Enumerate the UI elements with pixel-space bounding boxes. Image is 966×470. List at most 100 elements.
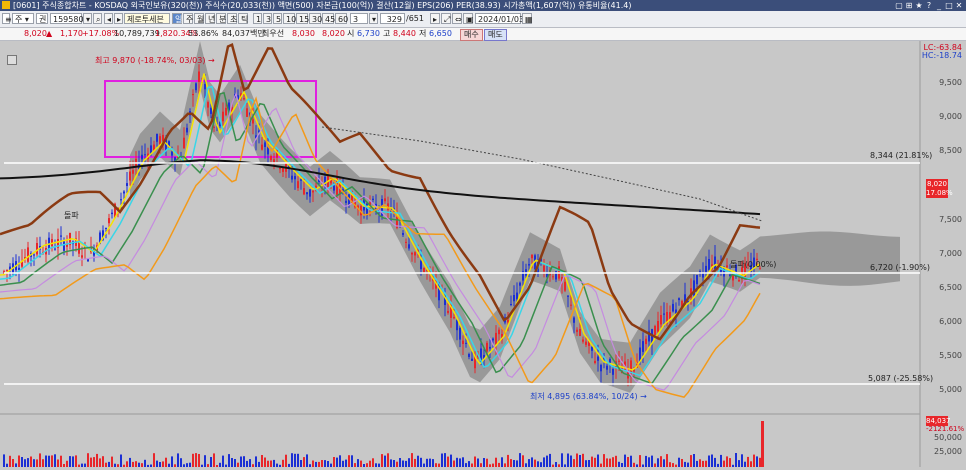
mode-select[interactable]: 권 (36, 13, 48, 24)
minute-1-button[interactable]: 1 (253, 13, 262, 24)
volume-bar (702, 460, 704, 467)
minute-3-button[interactable]: 3 (263, 13, 272, 24)
candle-body (567, 295, 569, 297)
volume-bar (651, 455, 653, 467)
count-dropdown-icon[interactable]: ▾ (369, 13, 378, 24)
left-breakout-annotation: 돌파 (64, 211, 79, 220)
volume-bar (543, 457, 545, 467)
volume-bar (360, 460, 362, 467)
candle-body (192, 94, 194, 96)
candle-body (495, 332, 497, 345)
volume-bar (345, 459, 347, 467)
prev-stock-icon[interactable]: ◂ (104, 13, 113, 24)
volume-bar (750, 461, 752, 467)
next-stock-icon[interactable]: ▸ (114, 13, 123, 24)
volume-bar (120, 454, 122, 467)
help-icon[interactable]: ? (924, 0, 934, 11)
volume-bar (231, 458, 233, 467)
volume-bar (699, 459, 701, 467)
scroll-right-icon[interactable]: ▸ (430, 13, 440, 24)
volume-bar (213, 453, 215, 467)
period-select[interactable]: 주 ▾ (12, 13, 34, 24)
candle-body (591, 346, 593, 351)
grid-icon[interactable]: ⊞ (904, 0, 914, 11)
code-dropdown-icon[interactable]: ▾ (83, 13, 92, 24)
volume-bar (432, 459, 434, 467)
sell-button[interactable]: 매도 (484, 29, 507, 41)
volume-bar (99, 458, 101, 467)
candle-body (54, 248, 56, 250)
volume-ratio: 53.86% (188, 29, 219, 38)
volume-bar (264, 457, 266, 467)
date-input[interactable]: 2024/01/03 (475, 13, 524, 24)
volume-bar (408, 458, 410, 467)
candle-body (459, 327, 461, 340)
change-arrow: ▲ (46, 29, 53, 38)
volume-bar (537, 461, 539, 467)
minute-60-button[interactable]: 60 (335, 13, 348, 24)
page-counter-input[interactable]: 329 (380, 13, 405, 24)
count-select[interactable]: 3 (350, 13, 368, 24)
zoom-icon[interactable]: ⤢ (441, 13, 451, 24)
volume-bar (711, 454, 713, 467)
volume-bar (282, 459, 284, 467)
buy-button[interactable]: 매수 (460, 29, 483, 41)
minute-5-button[interactable]: 5 (273, 13, 282, 24)
minute-45-button[interactable]: 45 (322, 13, 335, 24)
volume-bar (3, 454, 5, 467)
volume-bar (672, 463, 674, 467)
candle-body (78, 241, 80, 254)
fit-icon[interactable]: ⇔ (452, 13, 462, 24)
candle-body (27, 247, 29, 262)
star-icon[interactable]: ★ (914, 0, 924, 11)
candle-body (543, 265, 545, 272)
menu-icon[interactable]: ≡ (2, 13, 12, 24)
close-icon[interactable]: ✕ (954, 0, 964, 11)
period-tick-button[interactable]: 틱 (238, 13, 248, 24)
minute-30-button[interactable]: 30 (309, 13, 322, 24)
period-month-button[interactable]: 월 (194, 13, 204, 24)
chart-settings-icon[interactable] (7, 55, 17, 65)
search-icon[interactable]: ⌕ (93, 13, 102, 24)
period-minute-button[interactable]: 분 (216, 13, 226, 24)
minute-15-button[interactable]: 15 (296, 13, 309, 24)
volume-bar (474, 456, 476, 467)
save-icon[interactable]: ▣ (463, 13, 474, 24)
volume-bar (540, 462, 542, 467)
level-5087-label: 5,087 (-25.58%) (868, 374, 934, 383)
period-week-button[interactable]: 주 (183, 13, 193, 24)
volume-bar (165, 457, 167, 467)
candle-body (492, 338, 494, 341)
high-annotation: 최고 9,870 (-18.74%, 03/03) → (95, 56, 215, 65)
minimize-icon[interactable]: _ (934, 0, 944, 11)
volume-bar (228, 454, 230, 467)
volume-bar (414, 458, 416, 467)
volume-bar (357, 459, 359, 467)
candle-body (303, 188, 305, 195)
candle-body (243, 98, 245, 100)
volume-bar (585, 460, 587, 467)
volume-bar (405, 460, 407, 467)
volume-bar (456, 457, 458, 467)
maximize-icon[interactable]: □ (944, 0, 954, 11)
volume-bar (297, 453, 299, 467)
period-day-button[interactable]: 일 (172, 13, 182, 24)
volume-bar (27, 458, 29, 467)
volume-bar (333, 457, 335, 467)
calendar-icon[interactable]: ▦ (522, 13, 533, 24)
volume-bar (156, 460, 158, 467)
volume-bar (300, 460, 302, 467)
volume-bar (399, 458, 401, 467)
layout-icon[interactable]: ▢ (894, 0, 904, 11)
candle-body (678, 298, 680, 301)
volume-bar (693, 454, 695, 467)
period-year-button[interactable]: 년 (205, 13, 215, 24)
price-chart[interactable] (0, 41, 966, 467)
volume-bar (138, 462, 140, 467)
period-second-button[interactable]: 초 (227, 13, 237, 24)
candle-body (63, 241, 65, 251)
volume-pct-tag: -2121.61% (926, 425, 965, 433)
stock-code-input[interactable]: 159580 (50, 13, 84, 24)
chart-area[interactable]: LC:-63.84 HC:-18.74 9,500 9,000 8,500 7,… (0, 41, 966, 467)
minute-10-button[interactable]: 10 (283, 13, 296, 24)
